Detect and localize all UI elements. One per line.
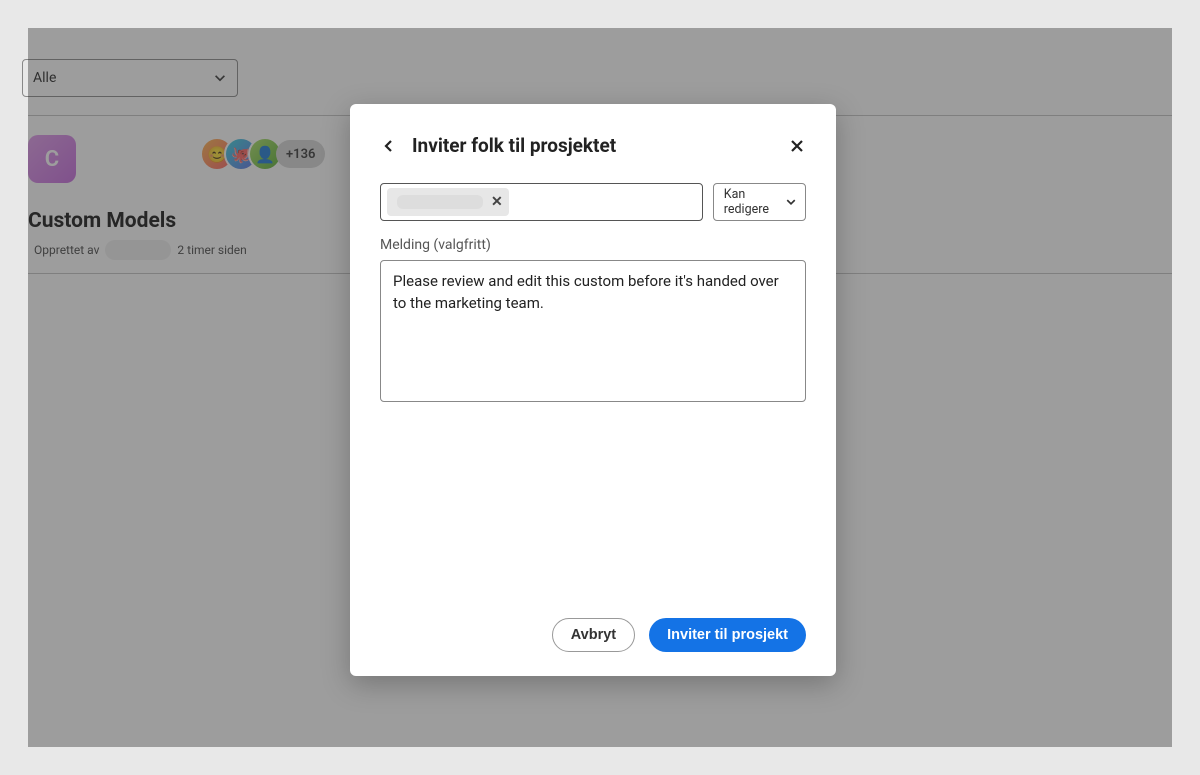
invite-button[interactable]: Inviter til prosjekt: [649, 618, 806, 652]
chevron-down-icon: [785, 196, 797, 208]
message-label: Melding (valgfritt): [380, 237, 806, 253]
invite-modal: Inviter folk til prosjektet ✕ Kan redige…: [350, 104, 836, 676]
message-textarea[interactable]: [380, 260, 806, 402]
cancel-button[interactable]: Avbryt: [552, 618, 635, 652]
invitee-chip: ✕: [387, 188, 509, 216]
close-icon: [789, 138, 805, 154]
close-button[interactable]: [788, 137, 806, 155]
invite-people-input[interactable]: ✕: [380, 183, 703, 221]
modal-title: Inviter folk til prosjektet: [412, 134, 774, 157]
chevron-left-icon: [381, 138, 397, 154]
invitee-name-redacted: [397, 195, 483, 209]
back-button[interactable]: [380, 137, 398, 155]
permission-dropdown[interactable]: Kan redigere: [713, 183, 806, 221]
invite-text-field[interactable]: [515, 194, 696, 210]
remove-chip-button[interactable]: ✕: [491, 194, 503, 210]
permission-selected: Kan redigere: [724, 187, 785, 217]
